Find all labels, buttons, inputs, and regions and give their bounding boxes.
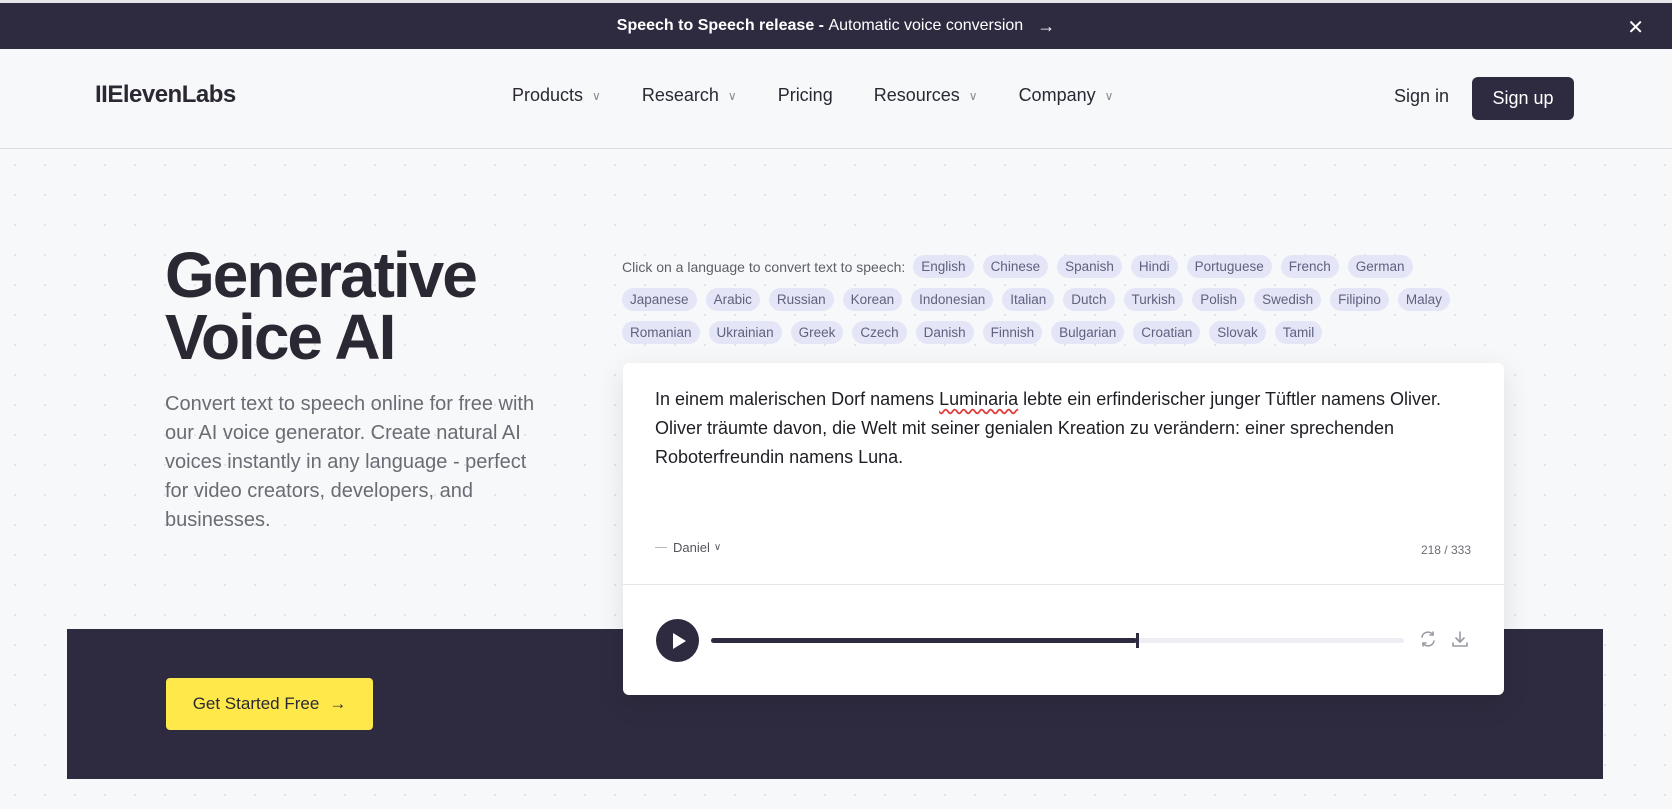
language-prompt: Click on a language to convert text to s… bbox=[622, 258, 906, 275]
nav-item-label: Pricing bbox=[777, 85, 833, 105]
language-chip-german[interactable]: German bbox=[1347, 255, 1413, 278]
play-icon bbox=[673, 632, 686, 649]
main-navigation: IIElevenLabs Products ∨ Research ∨ Pricing Re… bbox=[0, 49, 1672, 149]
language-chip-english[interactable]: English bbox=[913, 255, 974, 278]
download-icon[interactable] bbox=[1450, 629, 1472, 651]
voice-name: Daniel bbox=[673, 540, 710, 555]
language-chip-arabic[interactable]: Arabic bbox=[705, 288, 760, 311]
tts-text-input[interactable]: In einem malerischen Dorf namens Luminar… bbox=[655, 385, 1475, 472]
language-chip-ukrainian[interactable]: Ukrainian bbox=[708, 321, 782, 344]
voice-selector[interactable]: Daniel ∨ bbox=[655, 540, 721, 555]
chevron-down-icon: ∨ bbox=[592, 88, 601, 103]
misspelled-word: Luminaria bbox=[939, 389, 1019, 409]
sign-in-link[interactable]: Sign in bbox=[1394, 86, 1449, 107]
language-chip-filipino[interactable]: Filipino bbox=[1330, 288, 1389, 311]
language-chip-russian[interactable]: Russian bbox=[768, 288, 834, 311]
banner-text: Automatic voice conversion bbox=[828, 17, 1024, 34]
language-chip-croatian[interactable]: Croatian bbox=[1133, 321, 1201, 344]
play-button[interactable] bbox=[656, 619, 699, 662]
language-chip-danish[interactable]: Danish bbox=[915, 321, 974, 344]
language-chip-finnish[interactable]: Finnish bbox=[982, 321, 1043, 344]
arrow-right-icon: → bbox=[1037, 15, 1056, 36]
language-chip-romanian[interactable]: Romanian bbox=[622, 321, 700, 344]
language-chip-french[interactable]: French bbox=[1280, 255, 1339, 278]
sign-up-button[interactable]: Sign up bbox=[1472, 77, 1574, 120]
progress-handle[interactable] bbox=[1136, 633, 1139, 648]
character-count: 218 / 333 bbox=[1420, 543, 1471, 557]
language-chip-indonesian[interactable]: Indonesian bbox=[911, 288, 994, 311]
language-chip-greek[interactable]: Greek bbox=[790, 321, 844, 344]
audio-progress-fill bbox=[711, 638, 1137, 643]
logo[interactable]: IIElevenLabs bbox=[95, 81, 236, 109]
nav-item-label: Company bbox=[1018, 85, 1096, 105]
hero-title-line-2: Voice AI bbox=[165, 301, 396, 373]
announcement-banner[interactable]: Speech to Speech release - Automatic voi… bbox=[0, 3, 1672, 49]
nav-item-label: Products bbox=[512, 85, 584, 105]
get-started-button[interactable]: Get Started Free → bbox=[166, 678, 373, 730]
language-chip-spanish[interactable]: Spanish bbox=[1057, 255, 1122, 278]
language-row: Click on a language to convert text to s… bbox=[622, 250, 1502, 283]
language-selector: Click on a language to convert text to s… bbox=[622, 250, 1502, 349]
language-chip-tamil[interactable]: Tamil bbox=[1274, 321, 1323, 344]
language-chip-portuguese[interactable]: Portuguese bbox=[1186, 255, 1272, 278]
language-chip-korean[interactable]: Korean bbox=[842, 288, 903, 311]
language-chip-polish[interactable]: Polish bbox=[1192, 288, 1246, 311]
text-segment: In einem malerischen Dorf namens bbox=[655, 389, 940, 409]
nav-item-research[interactable]: Research ∨ bbox=[642, 85, 737, 106]
language-chip-japanese[interactable]: Japanese bbox=[622, 288, 697, 311]
hero-title: Generative Voice AI bbox=[165, 239, 478, 373]
chevron-down-icon: ∨ bbox=[1104, 88, 1114, 103]
language-chip-malay[interactable]: Malay bbox=[1397, 288, 1450, 311]
get-started-label: Get Started Free bbox=[192, 694, 320, 713]
card-divider bbox=[623, 584, 1504, 585]
language-row: Romanian Ukrainian Greek Czech Danish Finnish… bbox=[622, 316, 1502, 349]
nav-item-products[interactable]: Products ∨ bbox=[512, 85, 601, 106]
language-row: Japanese Arabic Russian Korean Indonesian Ita… bbox=[622, 283, 1502, 316]
nav-item-company[interactable]: Company ∨ bbox=[1019, 85, 1114, 106]
hero-title-line-1: Generative bbox=[165, 239, 478, 311]
language-chip-dutch[interactable]: Dutch bbox=[1063, 288, 1115, 311]
language-chip-swedish[interactable]: Swedish bbox=[1254, 288, 1322, 311]
nav-item-pricing[interactable]: Pricing bbox=[778, 85, 833, 106]
voice-dash bbox=[655, 547, 667, 548]
chevron-down-icon: ∨ bbox=[727, 88, 737, 103]
regenerate-icon[interactable] bbox=[1418, 629, 1440, 651]
language-chip-turkish[interactable]: Turkish bbox=[1123, 288, 1184, 311]
nav-menu: Products ∨ Research ∨ Pricing Resources ∨ Compa… bbox=[512, 85, 1154, 106]
hero-description: Convert text to speech online for free w… bbox=[165, 393, 535, 531]
tts-demo-card: In einem malerischen Dorf namens Luminar… bbox=[623, 363, 1504, 695]
close-icon[interactable]: ✕ bbox=[1627, 15, 1644, 40]
nav-item-resources[interactable]: Resources ∨ bbox=[874, 85, 978, 106]
language-chip-bulgarian[interactable]: Bulgarian bbox=[1051, 321, 1125, 344]
chevron-down-icon: ∨ bbox=[713, 542, 722, 553]
language-chip-czech[interactable]: Czech bbox=[852, 321, 907, 344]
language-chip-chinese[interactable]: Chinese bbox=[982, 255, 1049, 278]
audio-progress-bar[interactable] bbox=[711, 633, 1404, 648]
arrow-right-icon: → bbox=[329, 694, 347, 713]
banner-bold-text: Speech to Speech release - bbox=[616, 17, 824, 34]
language-chip-slovak[interactable]: Slovak bbox=[1209, 321, 1266, 344]
language-chip-italian[interactable]: Italian bbox=[1002, 288, 1055, 311]
nav-item-label: Research bbox=[641, 85, 719, 105]
chevron-down-icon: ∨ bbox=[968, 88, 978, 103]
language-chip-hindi[interactable]: Hindi bbox=[1130, 255, 1178, 278]
nav-item-label: Resources bbox=[873, 85, 960, 105]
